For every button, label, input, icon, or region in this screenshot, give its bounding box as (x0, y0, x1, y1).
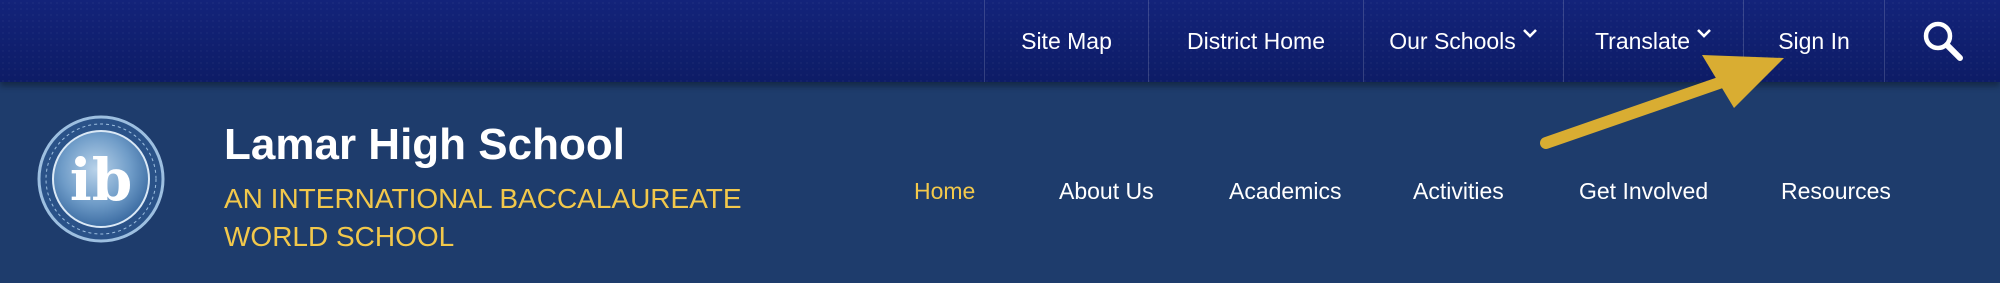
site-map-label: Site Map (1021, 27, 1112, 54)
search-button[interactable] (1884, 0, 2000, 82)
sign-in-link[interactable]: Sign In (1743, 0, 1884, 82)
nav-about-us[interactable]: About Us (1059, 178, 1154, 205)
nav-resources[interactable]: Resources (1781, 178, 1891, 205)
school-header: ib Lamar High School AN INTERNATIONAL BA… (0, 82, 2000, 283)
district-home-label: District Home (1186, 27, 1325, 54)
school-name[interactable]: Lamar High School (224, 120, 625, 170)
translate-dropdown[interactable]: Translate (1563, 0, 1743, 82)
utility-bar: Site Map District Home Our Schools Trans… (0, 0, 2000, 82)
nav-activities[interactable]: Activities (1413, 178, 1504, 205)
our-schools-label: Our Schools (1389, 27, 1516, 54)
site-map-link[interactable]: Site Map (984, 0, 1148, 82)
ib-logo[interactable]: ib (36, 114, 166, 244)
ib-logo-text: ib (70, 146, 133, 214)
school-subtitle: AN INTERNATIONAL BACCALAUREATE WORLD SCH… (224, 183, 742, 252)
translate-label: Translate (1594, 27, 1691, 54)
our-schools-dropdown[interactable]: Our Schools (1363, 0, 1563, 82)
search-icon (1923, 21, 1963, 61)
chevron-down-icon (1522, 29, 1537, 38)
nav-get-involved[interactable]: Get Involved (1579, 178, 1708, 205)
nav-home[interactable]: Home (914, 178, 975, 205)
chevron-down-icon (1697, 29, 1711, 38)
nav-academics[interactable]: Academics (1229, 178, 1341, 205)
district-home-link[interactable]: District Home (1148, 0, 1363, 82)
sign-in-label: Sign In (1778, 27, 1850, 54)
